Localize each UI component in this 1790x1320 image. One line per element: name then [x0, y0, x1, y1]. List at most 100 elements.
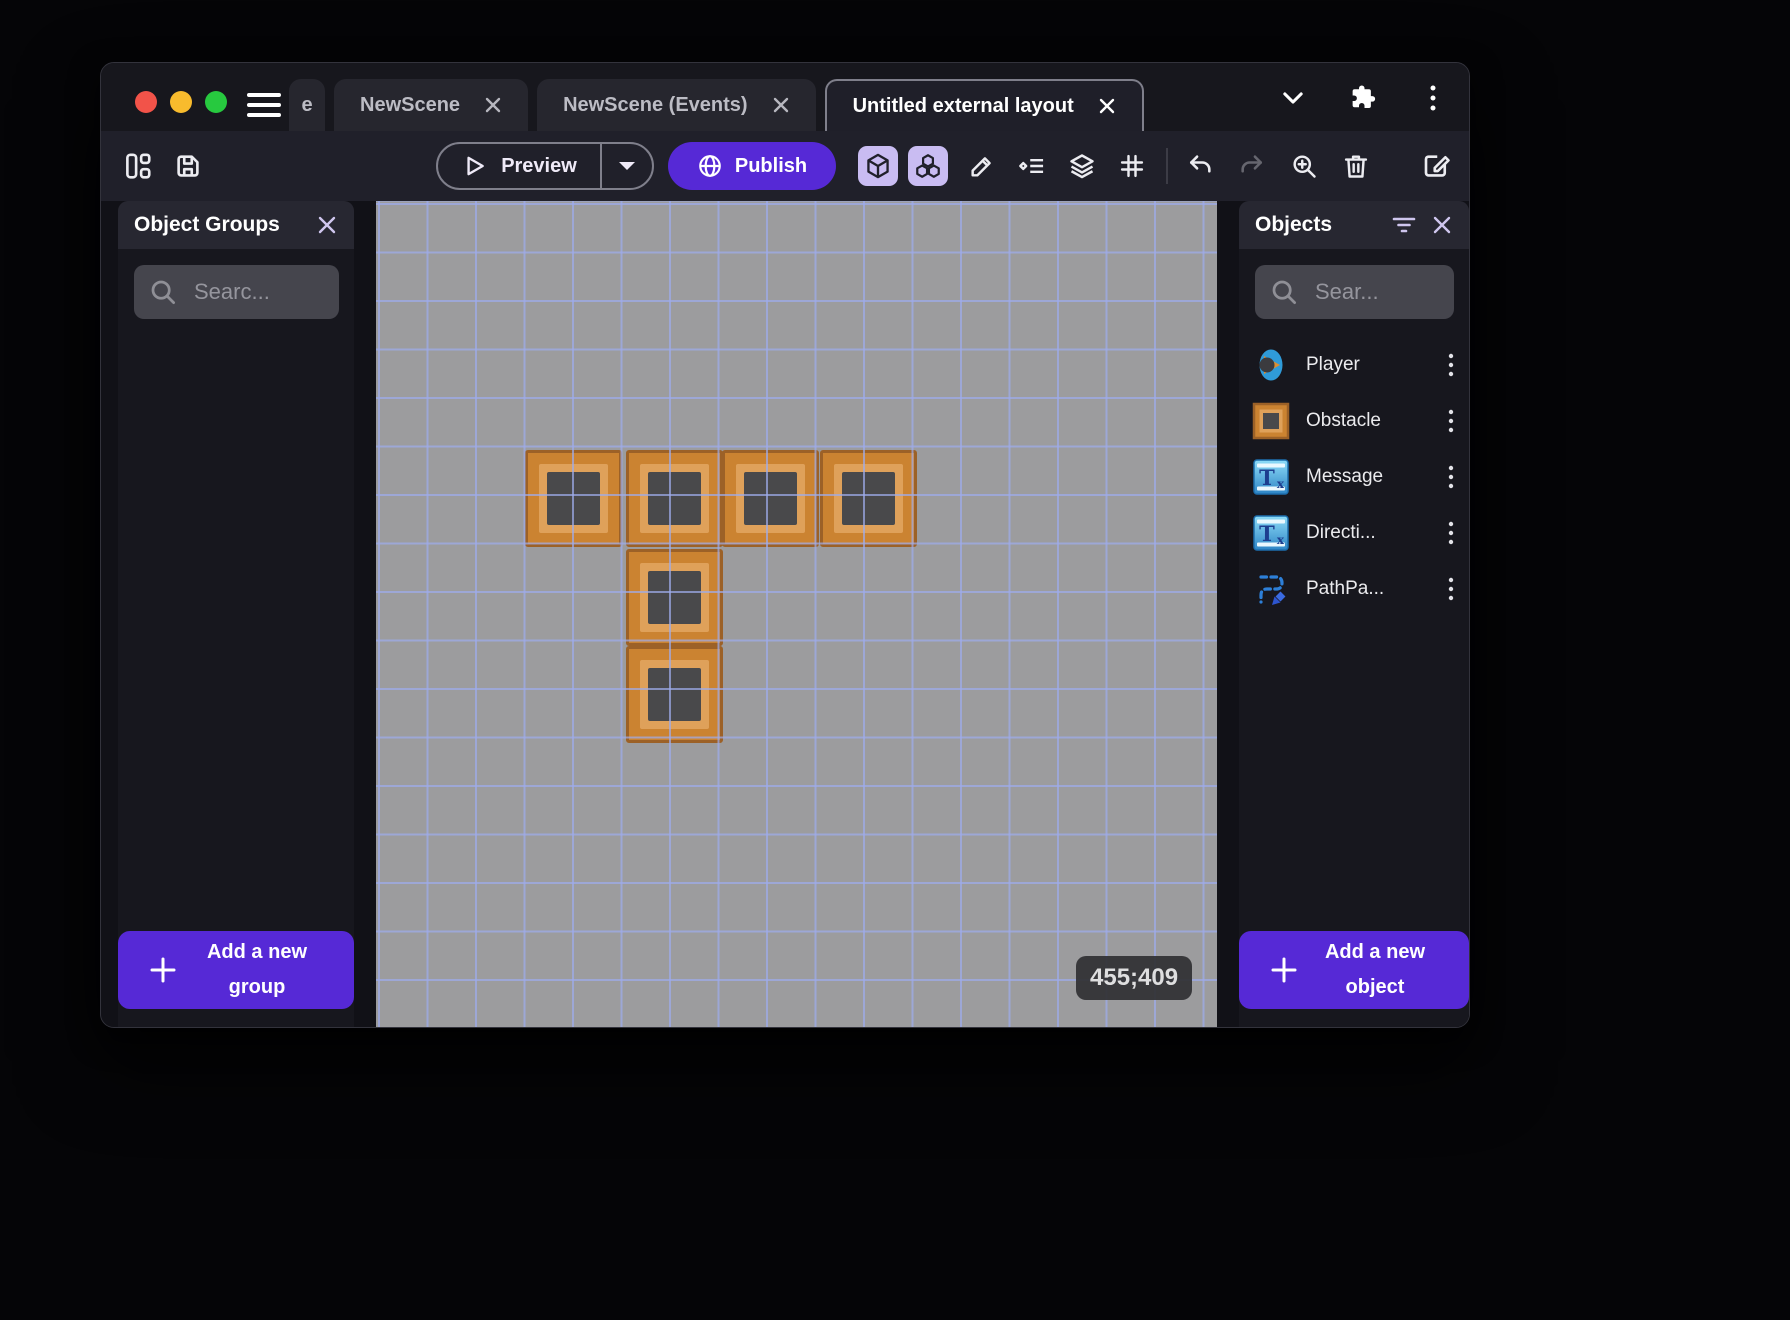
close-panel-button[interactable]	[316, 214, 338, 236]
group-search-box	[134, 265, 339, 319]
search-icon	[1269, 277, 1299, 307]
close-tab-icon[interactable]	[772, 96, 790, 114]
tab-strip: e NewScene NewScene (Events) Untitled ex…	[289, 79, 1144, 131]
zoom-button[interactable]	[1286, 148, 1322, 184]
cube-3d-icon	[864, 152, 892, 180]
puzzle-icon	[1348, 83, 1378, 113]
obstacle-instance[interactable]	[626, 450, 723, 547]
group-search-input[interactable]	[194, 279, 325, 305]
preview-button[interactable]: Preview	[438, 144, 600, 188]
grid-icon	[1118, 152, 1146, 180]
3d-view-button[interactable]	[858, 146, 898, 186]
minimize-window-button[interactable]	[170, 91, 192, 113]
object-menu-button[interactable]	[1443, 459, 1459, 495]
redo-icon	[1238, 152, 1266, 180]
object-search-box	[1255, 265, 1454, 319]
plus-icon	[146, 953, 180, 987]
tab-label: NewScene (Events)	[563, 93, 748, 116]
obstacle-icon	[1252, 402, 1290, 440]
vertical-dots-icon	[1445, 461, 1457, 493]
vertical-dots-icon	[1428, 83, 1438, 113]
toolbar-divider	[1166, 148, 1168, 184]
panel-title: Objects	[1255, 213, 1333, 236]
save-button[interactable]	[168, 146, 208, 186]
toggle-panels-button[interactable]	[118, 146, 158, 186]
instances-list-button[interactable]	[1014, 148, 1050, 184]
save-icon	[173, 151, 203, 181]
player-icon	[1252, 346, 1290, 384]
add-object-button[interactable]: Add a new object	[1239, 931, 1469, 1009]
hamburger-icon	[247, 91, 281, 119]
trash-icon	[1342, 152, 1370, 180]
filter-objects-button[interactable]	[1391, 214, 1417, 236]
grid-button[interactable]	[1114, 148, 1150, 184]
close-panel-button[interactable]	[1431, 214, 1453, 236]
play-icon	[461, 153, 487, 179]
instances-view-button[interactable]	[908, 146, 948, 186]
publish-label: Publish	[734, 154, 808, 177]
tabbar-actions	[1275, 80, 1451, 116]
tab-untitled-external-layout[interactable]: Untitled external layout	[824, 79, 1144, 131]
more-options-button[interactable]	[1415, 80, 1451, 116]
tab-newscene[interactable]: NewScene	[334, 79, 529, 131]
close-tab-icon[interactable]	[1098, 97, 1116, 115]
object-row-pathpa[interactable]: PathPa...	[1239, 561, 1469, 617]
object-row-obstacle[interactable]: Obstacle	[1239, 393, 1469, 449]
tab-bar: e NewScene NewScene (Events) Untitled ex…	[101, 63, 1469, 131]
object-row-message[interactable]: Tx Message	[1239, 449, 1469, 505]
maximize-window-button[interactable]	[205, 91, 227, 113]
object-menu-button[interactable]	[1443, 403, 1459, 439]
tab-list-button[interactable]	[1275, 80, 1311, 116]
object-label: Message	[1306, 466, 1384, 487]
obstacle-instance[interactable]	[626, 646, 723, 743]
layout-panels-icon	[123, 151, 153, 181]
object-menu-button[interactable]	[1443, 347, 1459, 383]
layers-icon	[1068, 152, 1096, 180]
scene-canvas[interactable]: 455;409	[376, 201, 1217, 1027]
svg-text:T: T	[1259, 521, 1275, 546]
edit-scene-button[interactable]	[1418, 148, 1454, 184]
tab-partial[interactable]: e	[289, 79, 325, 131]
layers-button[interactable]	[1064, 148, 1100, 184]
add-object-label: Add a new object	[1324, 941, 1425, 998]
obstacle-instance[interactable]	[820, 450, 917, 547]
main-menu-button[interactable]	[246, 88, 282, 122]
close-tab-icon[interactable]	[484, 96, 502, 114]
cursor-coordinates: 455;409	[1076, 956, 1193, 1000]
publish-button[interactable]: Publish	[668, 142, 836, 190]
object-label: PathPa...	[1306, 578, 1385, 599]
object-menu-button[interactable]	[1443, 515, 1459, 551]
vertical-dots-icon	[1445, 573, 1457, 605]
close-window-button[interactable]	[135, 91, 157, 113]
edit-mode-button[interactable]	[964, 148, 1000, 184]
obstacle-instance[interactable]	[722, 450, 819, 547]
vertical-dots-icon	[1445, 349, 1457, 381]
objects-panel: Objects Player Obstacle Tx Message Tx Directi…	[1239, 201, 1469, 1027]
window-controls	[135, 91, 227, 113]
object-menu-button[interactable]	[1443, 571, 1459, 607]
vertical-dots-icon	[1445, 517, 1457, 549]
extensions-button[interactable]	[1345, 80, 1381, 116]
tab-newscene-events[interactable]: NewScene (Events)	[537, 79, 816, 131]
tab-label: e	[301, 93, 313, 116]
tab-label: Untitled external layout	[852, 94, 1074, 117]
object-groups-panel: Object Groups Add a newgroup	[118, 201, 354, 1027]
notepad-edit-icon	[1421, 151, 1451, 181]
obstacle-core	[648, 472, 701, 525]
obstacle-instance[interactable]	[525, 450, 622, 547]
object-label: Directi...	[1306, 522, 1376, 543]
add-group-label: Add a new group	[206, 941, 307, 998]
redo-button[interactable]	[1234, 148, 1270, 184]
preview-options-button[interactable]	[600, 144, 652, 188]
gdevelop-window: e NewScene NewScene (Events) Untitled ex…	[100, 62, 1470, 1028]
object-search-input[interactable]	[1315, 279, 1440, 305]
object-row-directi[interactable]: Tx Directi...	[1239, 505, 1469, 561]
objects-list: Player Obstacle Tx Message Tx Directi... PathP…	[1239, 337, 1469, 617]
properties-list-icon	[1018, 152, 1046, 180]
obstacle-core	[648, 571, 701, 624]
delete-button[interactable]	[1338, 148, 1374, 184]
add-group-button[interactable]: Add a new group	[118, 931, 354, 1009]
object-row-player[interactable]: Player	[1239, 337, 1469, 393]
undo-button[interactable]	[1182, 148, 1218, 184]
obstacle-instance[interactable]	[626, 549, 723, 646]
